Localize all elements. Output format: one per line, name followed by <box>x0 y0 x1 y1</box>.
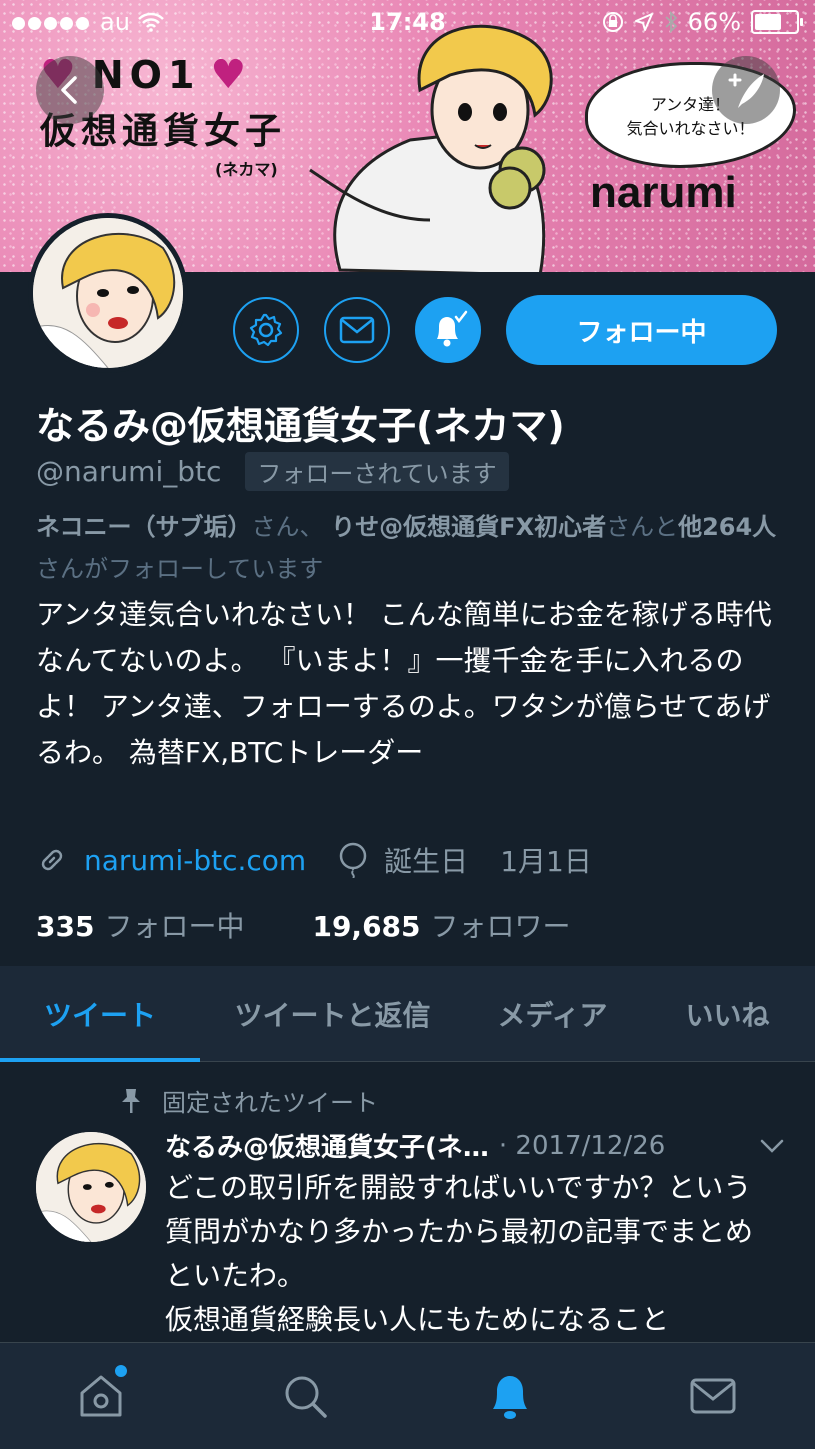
location-icon <box>634 13 653 31</box>
avatar-image <box>33 218 183 368</box>
mutual-followers[interactable]: ネコニー（サブ垢）さん、 りせ@仮想通貨FX初心者さんと他264人さんがフォロー… <box>36 506 781 590</box>
banner-brand: narumi <box>590 168 737 217</box>
settings-button[interactable] <box>233 297 299 363</box>
tab-tweets[interactable]: ツイート <box>0 966 200 1061</box>
battery-percentage: 66% <box>687 8 741 36</box>
bottom-navigation <box>0 1342 815 1449</box>
profile-bio: アンタ達気合いれなさい！ こんな簡単にお金を稼げる時代なんてないのよ。 『いまよ… <box>36 598 772 769</box>
heart-icon: ♥ <box>210 52 253 98</box>
gear-icon <box>249 313 283 347</box>
mutual-others[interactable]: 他264人 <box>678 513 776 541</box>
tab-likes[interactable]: いいね <box>640 966 815 1061</box>
nav-messages[interactable] <box>688 1371 738 1421</box>
orientation-lock-icon <box>602 12 623 32</box>
search-icon <box>285 1376 327 1418</box>
birthday-value: 1月1日 <box>500 845 592 878</box>
nav-notifications[interactable] <box>485 1371 535 1421</box>
status-bar: au 17:48 66% <box>0 0 815 44</box>
mutual-user-1[interactable]: ネコニー（サブ垢） <box>36 513 252 541</box>
website-link[interactable]: narumi-btc.com <box>84 844 306 877</box>
tweet-date: · 2017/12/26 <box>498 1130 666 1161</box>
followers-count-link[interactable]: 19,685 フォロワー <box>312 905 570 945</box>
tweet-avatar[interactable] <box>36 1132 146 1242</box>
follows-you-badge: フォローされています <box>245 452 509 491</box>
birthday-label: 誕生日 <box>384 845 469 878</box>
tab-tweets-and-replies[interactable]: ツイートと返信 <box>200 966 465 1061</box>
active-tab-indicator <box>0 1058 200 1062</box>
following-button[interactable]: フォロー中 <box>506 295 777 365</box>
profile-tabs: ツイート ツイートと返信 メディア いいね <box>0 966 815 1062</box>
tweet-text[interactable]: どこの取引所を開設すればいいですか？という質問がかなり多かったから最初の記事でま… <box>165 1166 775 1342</box>
avatar-image <box>36 1132 146 1242</box>
banner-illustration <box>309 24 553 272</box>
pin-icon <box>122 1088 140 1113</box>
direct-message-button[interactable] <box>324 297 390 363</box>
follow-counts: 335 フォロー中 19,685 フォロワー <box>36 905 571 945</box>
mutual-user-2[interactable]: りせ@仮想通貨FX初心者 <box>331 513 606 541</box>
bluetooth-icon <box>665 11 677 33</box>
compose-tweet-button[interactable] <box>712 56 780 124</box>
banner-rank: NO1 <box>91 53 201 97</box>
notifications-toggle-button[interactable] <box>415 297 481 363</box>
profile-handle: @narumi_btc <box>36 455 222 488</box>
profile-name: なるみ@仮想通貨女子(ネカマ) <box>36 404 565 448</box>
chevron-left-icon <box>61 76 77 104</box>
nav-search[interactable] <box>280 1371 330 1421</box>
balloon-icon <box>339 842 367 878</box>
pinned-label: 固定されたツイート <box>118 1083 378 1118</box>
envelope-icon <box>339 316 375 344</box>
profile-avatar[interactable] <box>28 213 188 373</box>
notifications-bell-icon <box>493 1376 527 1419</box>
tab-media[interactable]: メディア <box>465 966 640 1061</box>
new-content-dot <box>113 1363 129 1379</box>
profile-meta: narumi-btc.com 誕生日 1月1日 <box>36 840 592 880</box>
battery-icon <box>751 10 803 34</box>
chevron-down-icon[interactable] <box>759 1138 785 1154</box>
tweet-header: なるみ@仮想通貨女子(ネ… · 2017/12/26 <box>165 1127 785 1164</box>
link-icon <box>41 849 63 871</box>
banner-subtitle: (ネカマ) <box>215 160 278 179</box>
compose-quill-icon <box>728 73 764 108</box>
back-button[interactable] <box>36 56 104 124</box>
tweet-author[interactable]: なるみ@仮想通貨女子(ネ… <box>165 1127 489 1164</box>
handle-row: @narumi_btc フォローされています <box>36 452 509 491</box>
following-count-link[interactable]: 335 フォロー中 <box>36 905 244 945</box>
messages-icon <box>690 1378 736 1414</box>
bell-check-icon <box>437 310 468 347</box>
